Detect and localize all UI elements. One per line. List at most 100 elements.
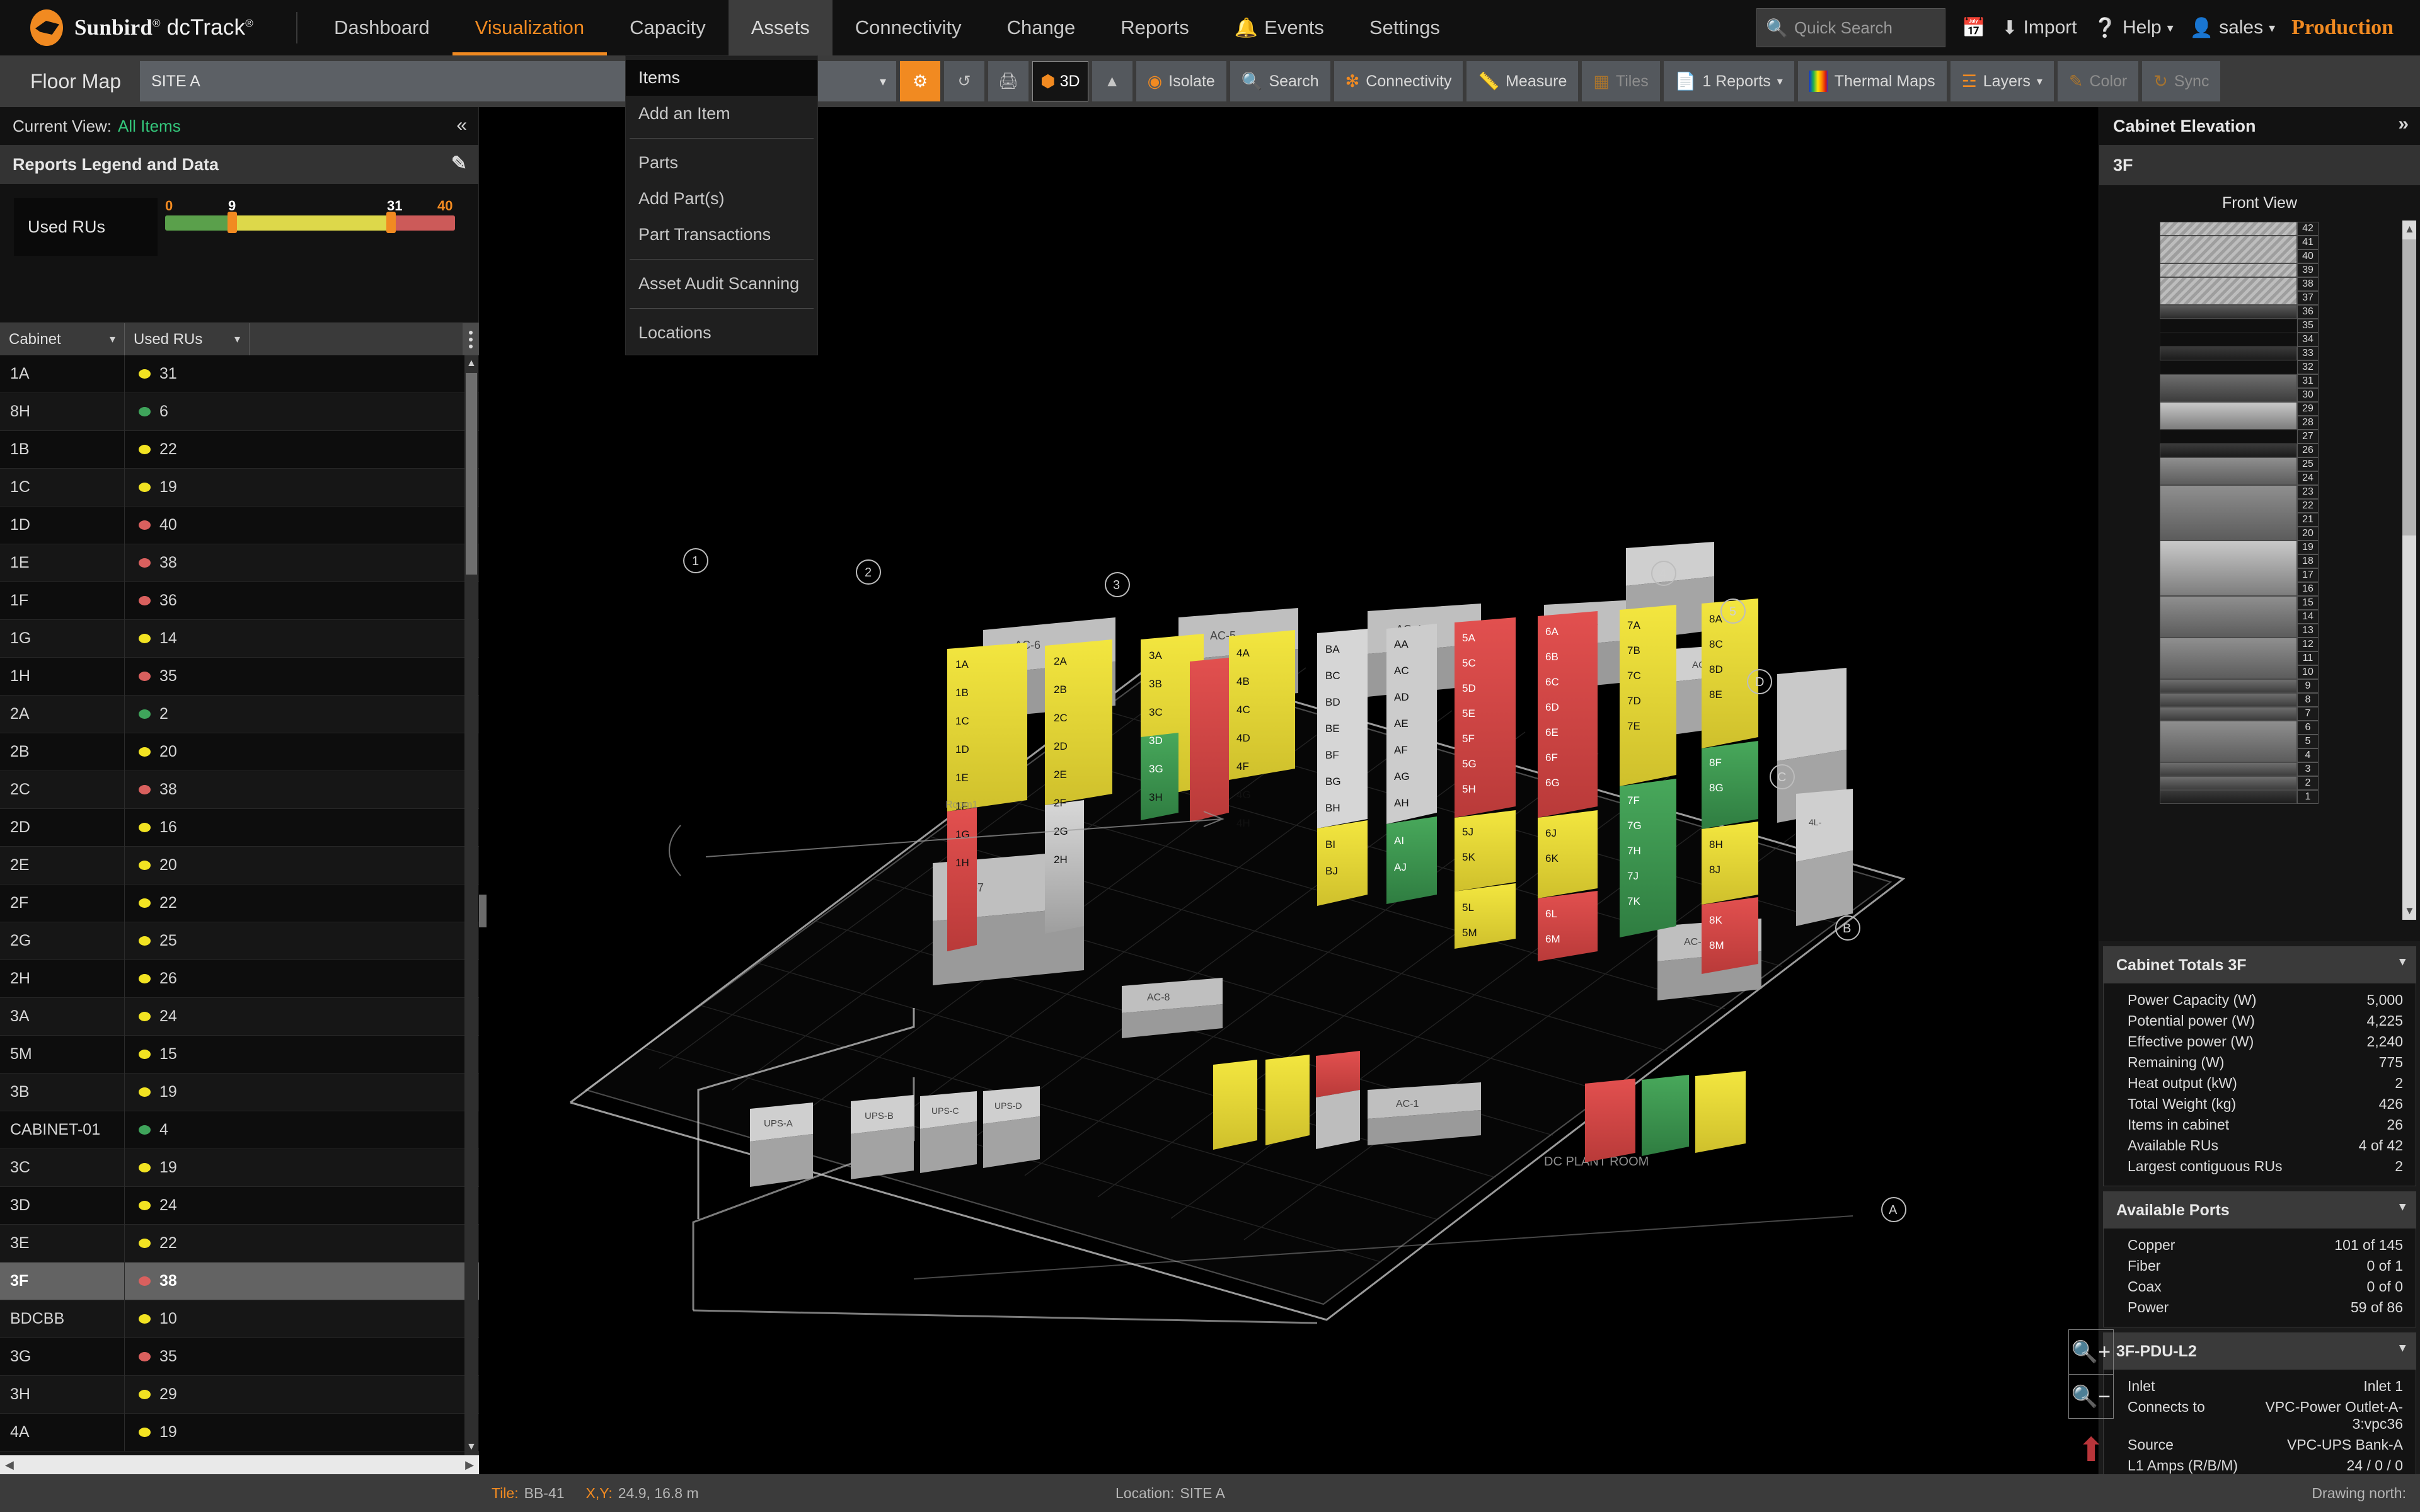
table-row[interactable]: CABINET-01 4 xyxy=(0,1111,479,1149)
nav-item-settings[interactable]: Settings xyxy=(1347,0,1463,55)
table-row[interactable]: 1E 38 xyxy=(0,544,479,582)
scroll-left-icon[interactable]: ◀ xyxy=(5,1458,14,1472)
menu-item-items[interactable]: Items xyxy=(626,60,817,96)
rack-device[interactable] xyxy=(2160,596,2297,638)
rack-unit-row[interactable]: 33 xyxy=(2160,346,2319,360)
table-row[interactable]: 2G 25 xyxy=(0,922,479,960)
table-horizontal-scrollbar[interactable]: ◀ ▶ xyxy=(0,1455,479,1474)
rack-device[interactable] xyxy=(2160,319,2297,333)
table-row[interactable]: 5M 15 xyxy=(0,1035,479,1074)
rack-device[interactable] xyxy=(2160,305,2297,319)
rack-unit-row[interactable]: 7 xyxy=(2160,707,2319,721)
rack-unit-row[interactable]: 27 xyxy=(2160,430,2319,444)
scroll-up-icon[interactable]: ▲ xyxy=(466,358,476,369)
rack-device[interactable] xyxy=(2160,693,2297,707)
rack-device[interactable] xyxy=(2160,346,2297,360)
table-options-icon[interactable] xyxy=(463,323,479,356)
rack-elevation[interactable]: 42 41 40 39 38 37 36 35 34 33 32 31 30 29 28 27 26 25 24 23… xyxy=(2160,222,2319,804)
rack-device[interactable] xyxy=(2160,360,2297,374)
nav-item-visualization[interactable]: Visualization xyxy=(452,0,607,55)
tiles-button[interactable]: ▦ Tiles xyxy=(1582,61,1660,101)
table-row[interactable]: 2A 2 xyxy=(0,695,479,733)
nav-item-assets[interactable]: Assets xyxy=(728,0,833,55)
panel-resize-handle[interactable] xyxy=(479,895,487,927)
legend-handle-high[interactable] xyxy=(386,212,396,233)
table-row[interactable]: 3G 35 xyxy=(0,1337,479,1376)
menu-item-locations[interactable]: Locations xyxy=(626,315,817,351)
rack-unit-row[interactable]: 41 40 xyxy=(2160,236,2319,263)
rack-unit-row[interactable]: 8 xyxy=(2160,693,2319,707)
color-button[interactable]: ✎ Color xyxy=(2057,61,2139,101)
table-vertical-scrollbar[interactable]: ▲ ▼ xyxy=(464,355,478,1455)
table-row[interactable]: 3F 38 xyxy=(0,1262,479,1300)
cabinet-elevation-view[interactable]: Front View 42 41 40 39 38 37 36 35 34 33 32 31 30 29 2… xyxy=(2099,185,2420,941)
measure-button[interactable]: 📏 Measure xyxy=(1466,61,1579,101)
rack-device[interactable] xyxy=(2160,236,2297,263)
rack-device[interactable] xyxy=(2160,776,2297,790)
menu-item-part-transactions[interactable]: Part Transactions xyxy=(626,217,817,253)
rack-unit-row[interactable]: 23 22 21 20 xyxy=(2160,485,2319,541)
rack-unit-row[interactable]: 36 xyxy=(2160,305,2319,319)
rack-device[interactable] xyxy=(2160,444,2297,457)
table-row[interactable]: 1D 40 xyxy=(0,506,479,544)
table-row[interactable]: 2H 26 xyxy=(0,959,479,998)
table-row[interactable]: 2B 20 xyxy=(0,733,479,771)
settings-button[interactable]: ⚙ xyxy=(900,61,941,101)
rack-device[interactable] xyxy=(2160,485,2297,541)
legend-scale[interactable]: 0 9 31 40 xyxy=(165,198,455,233)
rack-unit-row[interactable]: 2 xyxy=(2160,776,2319,790)
rack-device[interactable] xyxy=(2160,790,2297,804)
thermal-maps-button[interactable]: Thermal Maps xyxy=(1797,61,1947,101)
table-row[interactable]: 3D 24 xyxy=(0,1186,479,1225)
table-row[interactable]: 2E 20 xyxy=(0,846,479,885)
cabinet-table-body[interactable]: 1A 31 8H 6 1B 22 1C 19 1D 40 1E 38 1F 36 1G 14 1H 35 2A 2 2B… xyxy=(0,355,479,1455)
nav-item-capacity[interactable]: Capacity xyxy=(607,0,729,55)
rack-unit-row[interactable]: 1 xyxy=(2160,790,2319,804)
rack-unit-row[interactable]: 34 xyxy=(2160,333,2319,346)
home-button[interactable]: ▲ xyxy=(1092,61,1132,101)
table-row[interactable]: 4A 19 xyxy=(0,1413,479,1452)
rack-unit-row[interactable]: 35 xyxy=(2160,319,2319,333)
table-row[interactable]: 2D 16 xyxy=(0,808,479,847)
search-button[interactable]: 🔍 Search xyxy=(1230,61,1330,101)
view-3d-toggle[interactable]: ⬢ 3D xyxy=(1032,61,1088,101)
rack-device[interactable] xyxy=(2160,222,2297,236)
rack-device[interactable] xyxy=(2160,707,2297,721)
rack-unit-row[interactable]: 39 xyxy=(2160,263,2319,277)
refresh-button[interactable]: ↺ xyxy=(944,61,985,101)
rack-unit-row[interactable]: 26 xyxy=(2160,444,2319,457)
table-row[interactable]: 3B 19 xyxy=(0,1073,479,1111)
rack-device[interactable] xyxy=(2160,762,2297,776)
table-row[interactable]: 3A 24 xyxy=(0,997,479,1036)
zoom-in-icon[interactable]: 🔍+ xyxy=(2069,1330,2113,1374)
table-row[interactable]: 1F 36 xyxy=(0,581,479,620)
nav-item-change[interactable]: Change xyxy=(984,0,1098,55)
table-row[interactable]: 2C 38 xyxy=(0,770,479,809)
current-view-value[interactable]: All Items xyxy=(118,117,181,136)
rack-device[interactable] xyxy=(2160,263,2297,277)
nav-item-connectivity[interactable]: Connectivity xyxy=(833,0,984,55)
rack-unit-row[interactable]: 3 xyxy=(2160,762,2319,776)
table-row[interactable]: 3C 19 xyxy=(0,1148,479,1187)
rack-unit-row[interactable]: 25 24 xyxy=(2160,457,2319,485)
table-row[interactable]: 3H 29 xyxy=(0,1375,479,1414)
nav-item-dashboard[interactable]: Dashboard xyxy=(311,0,452,55)
rack-device[interactable] xyxy=(2160,402,2297,430)
menu-item-add-an-item[interactable]: Add an Item xyxy=(626,96,817,132)
rack-unit-row[interactable]: 29 28 xyxy=(2160,402,2319,430)
rack-unit-row[interactable]: 19 18 17 16 xyxy=(2160,541,2319,596)
chevron-down-icon-ports[interactable]: ▾ xyxy=(2399,1200,2406,1214)
chevron-double-right-icon[interactable]: » xyxy=(2398,113,2409,135)
reports-button[interactable]: 📄 1 Reports ▾ xyxy=(1663,61,1794,101)
rack-device[interactable] xyxy=(2160,638,2297,679)
rack-device[interactable] xyxy=(2160,721,2297,762)
rack-device[interactable] xyxy=(2160,430,2297,444)
table-row[interactable]: 1H 35 xyxy=(0,657,479,696)
pdu-header[interactable]: 3F-PDU-L2 ▾ xyxy=(2104,1333,2416,1370)
rack-unit-row[interactable]: 32 xyxy=(2160,360,2319,374)
table-row[interactable]: 1G 14 xyxy=(0,619,479,658)
rack-unit-row[interactable]: 12 11 10 xyxy=(2160,638,2319,679)
user-menu[interactable]: 👤 sales ▾ xyxy=(2190,17,2275,39)
zoom-out-icon[interactable]: 🔍− xyxy=(2069,1374,2113,1418)
legend-handle-low[interactable] xyxy=(228,212,237,233)
